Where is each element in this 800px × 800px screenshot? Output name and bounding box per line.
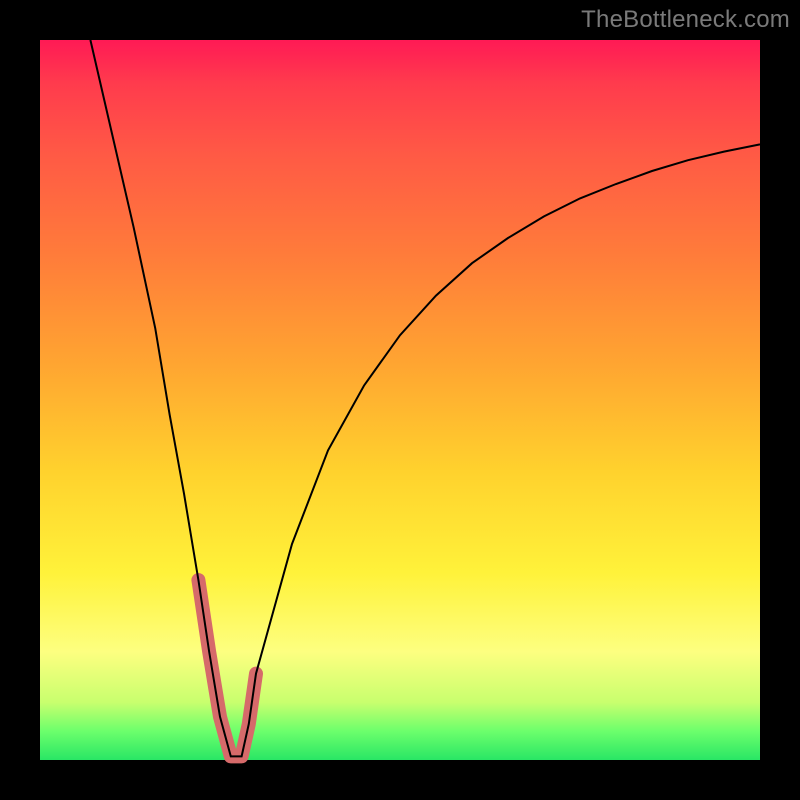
- watermark-text: TheBottleneck.com: [581, 6, 790, 34]
- plot-area: [40, 40, 760, 760]
- curve-path: [90, 40, 760, 756]
- curve-svg: [40, 40, 760, 760]
- chart-frame: TheBottleneck.com: [0, 0, 800, 800]
